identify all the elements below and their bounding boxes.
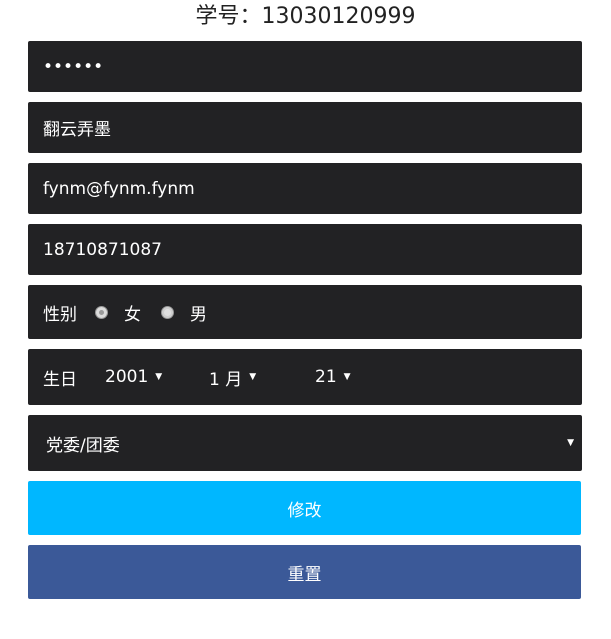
caret-down-icon[interactable]: ▼: [249, 372, 256, 382]
birth-day-value[interactable]: 21: [315, 367, 337, 387]
submit-button[interactable]: 修改: [28, 481, 581, 535]
birth-day-select[interactable]: 21 ▼: [315, 367, 395, 387]
gender-option-male[interactable]: 男: [161, 300, 207, 325]
caret-down-icon[interactable]: ▼: [155, 372, 162, 382]
radio-icon[interactable]: [95, 305, 108, 319]
phone-value[interactable]: 18710871087: [43, 240, 162, 260]
gender-male-label[interactable]: 男: [190, 300, 207, 325]
password-value[interactable]: ••••••: [43, 57, 103, 77]
nickname-value[interactable]: 翻云弄墨: [43, 115, 111, 140]
caret-down-icon[interactable]: ▼: [567, 438, 574, 448]
email-field[interactable]: fynm@fynm.fynm: [28, 163, 582, 214]
gender-female-label[interactable]: 女: [124, 300, 141, 325]
email-value[interactable]: fynm@fynm.fynm: [43, 179, 195, 199]
gender-label: 性别: [43, 304, 77, 325]
reset-button[interactable]: 重置: [28, 545, 581, 599]
department-select[interactable]: 党委/团委 ▼: [28, 415, 582, 471]
phone-field[interactable]: 18710871087: [28, 224, 582, 275]
password-field[interactable]: ••••••: [28, 41, 582, 92]
gender-field: 性别 女 男: [28, 285, 582, 339]
gender-option-female[interactable]: 女: [95, 300, 141, 325]
birthday-label: 生日: [43, 369, 77, 390]
birth-month-select[interactable]: 1 月 ▼: [209, 365, 315, 390]
birthday-field: 生日 2001 ▼ 1 月 ▼ 21 ▼: [28, 349, 582, 405]
department-value[interactable]: 党委/团委: [46, 431, 120, 456]
birth-year-value[interactable]: 2001: [105, 367, 148, 387]
page-title: 学号：13030120999: [195, 4, 416, 29]
birth-month-value[interactable]: 1 月: [209, 365, 242, 390]
caret-down-icon[interactable]: ▼: [344, 372, 351, 382]
radio-icon[interactable]: [161, 305, 174, 319]
birth-year-select[interactable]: 2001 ▼: [105, 367, 209, 387]
nickname-field[interactable]: 翻云弄墨: [28, 102, 582, 153]
